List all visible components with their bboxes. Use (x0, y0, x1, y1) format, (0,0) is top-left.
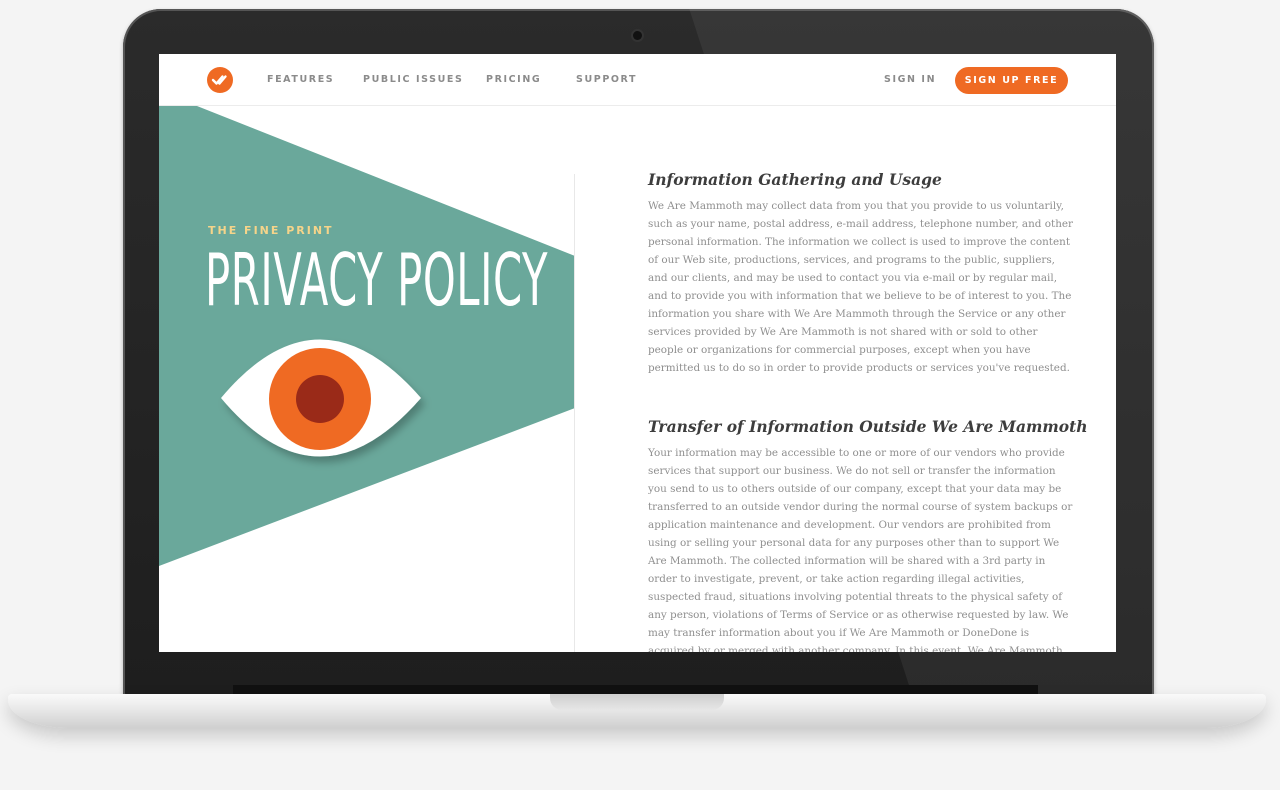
section-body: We Are Mammoth may collect data from you… (648, 200, 1074, 374)
nav-features[interactable]: FEATURES (267, 74, 334, 85)
sign-up-button[interactable]: SIGN UP FREE (955, 67, 1068, 94)
top-nav: FEATURES PUBLIC ISSUES PRICING SUPPORT S… (159, 54, 1116, 106)
laptop-notch (550, 694, 724, 710)
section-information-gathering: Information Gathering and Usage We Are M… (648, 170, 1073, 377)
nav-support[interactable]: SUPPORT (576, 74, 637, 85)
policy-content: Information Gathering and Usage We Are M… (648, 170, 1088, 652)
hero-graphic (159, 106, 575, 566)
sign-in-link[interactable]: SIGN IN (884, 74, 936, 85)
teal-triangle (159, 106, 575, 566)
screen: FEATURES PUBLIC ISSUES PRICING SUPPORT S… (159, 54, 1116, 652)
hero-eyebrow: THE FINE PRINT (208, 224, 334, 237)
column-divider (574, 174, 575, 652)
section-body: Your information may be accessible to on… (648, 447, 1073, 652)
camera-icon (633, 31, 642, 40)
section-heading: Transfer of Information Outside We Are M… (648, 417, 1088, 436)
section-heading: Information Gathering and Usage (648, 170, 942, 189)
page-title: PRIVACY POLICY (205, 238, 549, 322)
nav-pricing[interactable]: PRICING (486, 74, 541, 85)
section-transfer-information: Transfer of Information Outside We Are M… (648, 417, 1088, 652)
nav-public-issues[interactable]: PUBLIC ISSUES (363, 74, 463, 85)
check-circle-icon[interactable] (207, 67, 233, 93)
